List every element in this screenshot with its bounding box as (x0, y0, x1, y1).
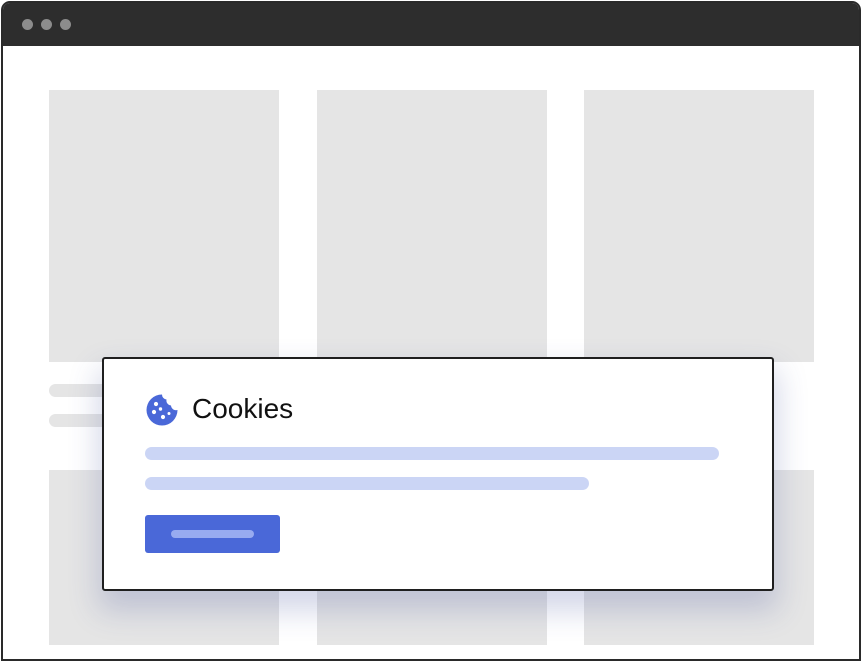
window-control-dot[interactable] (22, 19, 33, 30)
dialog-text-placeholder (145, 477, 589, 490)
browser-titlebar (3, 3, 859, 46)
accept-cookies-button[interactable] (145, 515, 280, 553)
cookie-consent-dialog: Cookies (102, 357, 774, 591)
cookie-icon (146, 394, 178, 426)
button-label-placeholder (171, 530, 254, 538)
window-control-dot[interactable] (41, 19, 52, 30)
content-card-placeholder (317, 90, 547, 362)
window-control-dot[interactable] (60, 19, 71, 30)
dialog-title: Cookies (192, 393, 294, 424)
dialog-text-placeholder (145, 447, 719, 460)
content-card-placeholder (584, 90, 814, 362)
content-card-placeholder (49, 90, 279, 362)
